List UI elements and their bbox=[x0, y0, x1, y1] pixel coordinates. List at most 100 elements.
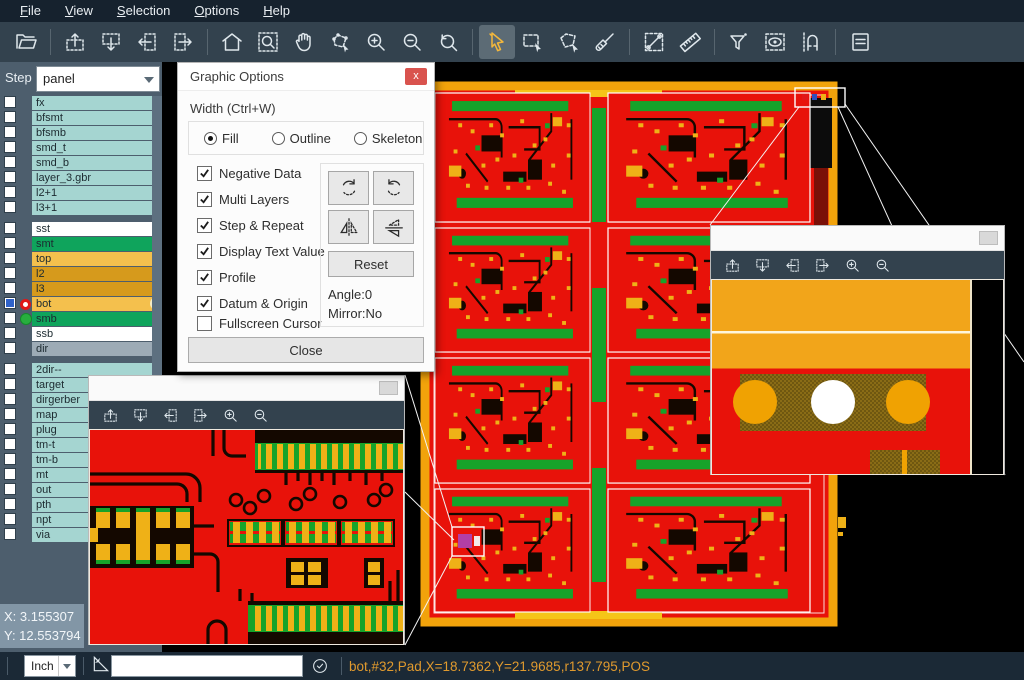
checkbox-fullscreen-cursor[interactable]: Fullscreen Cursor bbox=[190, 315, 322, 331]
step-left-icon[interactable] bbox=[777, 253, 807, 277]
drag-view-icon[interactable] bbox=[322, 25, 358, 59]
radio-skeleton[interactable]: Skeleton bbox=[349, 131, 423, 146]
step-right-icon[interactable] bbox=[165, 25, 201, 59]
checkbox-profile[interactable]: Profile bbox=[190, 269, 256, 285]
menu-view[interactable]: View bbox=[53, 0, 105, 22]
layer-visibility-checkbox[interactable] bbox=[4, 327, 16, 339]
layer-visibility-checkbox[interactable] bbox=[4, 498, 16, 510]
layer-item-sst[interactable]: sst bbox=[32, 222, 152, 236]
layer-item-dir[interactable]: dir bbox=[32, 342, 152, 356]
step-up-icon[interactable] bbox=[57, 25, 93, 59]
measure-ruler-icon[interactable] bbox=[672, 25, 708, 59]
layer-item-l2plus1[interactable]: l2+1 bbox=[32, 186, 152, 200]
command-input[interactable] bbox=[111, 655, 303, 677]
layer-item-layer3[interactable]: layer_3.gbr bbox=[32, 171, 152, 185]
layer-item-bot[interactable]: bot 1 ⊞ bbox=[32, 297, 152, 311]
home-view-icon[interactable] bbox=[214, 25, 250, 59]
unit-select[interactable]: Inch bbox=[24, 655, 76, 677]
snap-icon[interactable] bbox=[793, 25, 829, 59]
layer-visibility-checkbox[interactable] bbox=[4, 342, 16, 354]
layer-visibility-checkbox[interactable] bbox=[4, 363, 16, 375]
zoom-in-icon[interactable] bbox=[358, 25, 394, 59]
select-rect-icon[interactable] bbox=[515, 25, 551, 59]
checkbox-display-text-value[interactable]: Display Text Value bbox=[190, 243, 325, 259]
layer-item-bfsmt[interactable]: bfsmt bbox=[32, 111, 152, 125]
layer-visibility-checkbox[interactable] bbox=[4, 201, 16, 213]
step-down-icon[interactable] bbox=[747, 253, 777, 277]
layer-visibility-checkbox[interactable] bbox=[4, 237, 16, 249]
select-arrow-icon[interactable] bbox=[479, 25, 515, 59]
layer-visibility-checkbox[interactable] bbox=[4, 171, 16, 183]
layer-visibility-checkbox[interactable] bbox=[4, 393, 16, 405]
rotate-cw-icon[interactable] bbox=[328, 171, 369, 205]
zoom-out-icon[interactable] bbox=[867, 253, 897, 277]
magnifier-window-left[interactable] bbox=[88, 375, 405, 645]
checkbox-negative-data[interactable]: Negative Data bbox=[190, 165, 301, 181]
layer-item-ssb[interactable]: ssb bbox=[32, 327, 152, 341]
layer-visibility-checkbox[interactable] bbox=[4, 267, 16, 279]
layer-visibility-checkbox[interactable] bbox=[4, 111, 16, 123]
layer-visibility-checkbox[interactable] bbox=[4, 483, 16, 495]
layer-visibility-checkbox[interactable] bbox=[4, 282, 16, 294]
zoom-in-icon[interactable] bbox=[837, 253, 867, 277]
checkbox-multi-layers[interactable]: Multi Layers bbox=[190, 191, 289, 207]
measure-line-icon[interactable] bbox=[636, 25, 672, 59]
checkbox-datum-origin[interactable]: Datum & Origin bbox=[190, 295, 308, 311]
magnifier-titlebar[interactable] bbox=[89, 376, 404, 401]
radio-outline[interactable]: Outline bbox=[267, 131, 331, 146]
layer-visibility-checkbox[interactable] bbox=[4, 378, 16, 390]
select-polygon-icon[interactable] bbox=[551, 25, 587, 59]
layer-item-smd_b[interactable]: smd_b bbox=[32, 156, 152, 170]
magnifier-menu-button[interactable] bbox=[979, 231, 998, 245]
step-left-icon[interactable] bbox=[129, 25, 165, 59]
layer-visibility-checkbox[interactable] bbox=[4, 96, 16, 108]
step-up-icon[interactable] bbox=[717, 253, 747, 277]
dialog-titlebar[interactable]: Graphic Options x bbox=[178, 63, 434, 91]
filter-icon[interactable] bbox=[721, 25, 757, 59]
layer-visibility-checkbox[interactable] bbox=[4, 312, 16, 324]
layer-visibility-checkbox[interactable] bbox=[4, 453, 16, 465]
layer-item-bfsmb[interactable]: bfsmb bbox=[32, 126, 152, 140]
zoom-window-icon[interactable] bbox=[250, 25, 286, 59]
menu-selection[interactable]: Selection bbox=[105, 0, 182, 22]
sync-icon[interactable] bbox=[311, 657, 329, 675]
layer-panel-icon[interactable] bbox=[842, 25, 878, 59]
layer-visibility-checkbox[interactable] bbox=[4, 156, 16, 168]
reset-button[interactable]: Reset bbox=[328, 251, 414, 277]
layer-visibility-checkbox[interactable] bbox=[4, 468, 16, 480]
layer-visibility-checkbox-checked[interactable] bbox=[4, 297, 16, 309]
step-down-icon[interactable] bbox=[125, 403, 155, 427]
pan-hand-icon[interactable] bbox=[286, 25, 322, 59]
magnifier-view[interactable] bbox=[711, 279, 1004, 475]
layer-item-smd_t[interactable]: smd_t bbox=[32, 141, 152, 155]
layer-visibility-checkbox[interactable] bbox=[4, 423, 16, 435]
close-button[interactable]: Close bbox=[188, 337, 424, 363]
zoom-in-icon[interactable] bbox=[215, 403, 245, 427]
angle-mode-icon[interactable] bbox=[91, 654, 111, 679]
step-right-icon[interactable] bbox=[185, 403, 215, 427]
step-up-icon[interactable] bbox=[95, 403, 125, 427]
layer-item-smt[interactable]: smt bbox=[32, 237, 152, 251]
layer-item-smb[interactable]: smb bbox=[32, 312, 152, 326]
view-box-icon[interactable] bbox=[757, 25, 793, 59]
step-dropdown[interactable]: panel bbox=[36, 66, 160, 92]
step-right-icon[interactable] bbox=[807, 253, 837, 277]
magnifier-window-right[interactable] bbox=[710, 225, 1005, 475]
layer-visibility-checkbox[interactable] bbox=[4, 186, 16, 198]
menu-options[interactable]: Options bbox=[182, 0, 251, 22]
layer-item-fx[interactable]: fx bbox=[32, 96, 152, 110]
open-file-icon[interactable] bbox=[8, 25, 44, 59]
layer-visibility-checkbox[interactable] bbox=[4, 513, 16, 525]
layer-visibility-checkbox[interactable] bbox=[4, 408, 16, 420]
layer-visibility-checkbox[interactable] bbox=[4, 438, 16, 450]
layer-visibility-checkbox[interactable] bbox=[4, 528, 16, 540]
magnifier-view[interactable] bbox=[89, 429, 404, 645]
zoom-out-icon[interactable] bbox=[394, 25, 430, 59]
menu-help[interactable]: Help bbox=[251, 0, 302, 22]
radio-fill[interactable]: Fill bbox=[199, 131, 239, 146]
zoom-out-icon[interactable] bbox=[245, 403, 275, 427]
layer-visibility-checkbox[interactable] bbox=[4, 141, 16, 153]
rotate-ccw-icon[interactable] bbox=[373, 171, 414, 205]
magnifier-titlebar[interactable] bbox=[711, 226, 1004, 251]
layer-item-l3[interactable]: l3 bbox=[32, 282, 152, 296]
